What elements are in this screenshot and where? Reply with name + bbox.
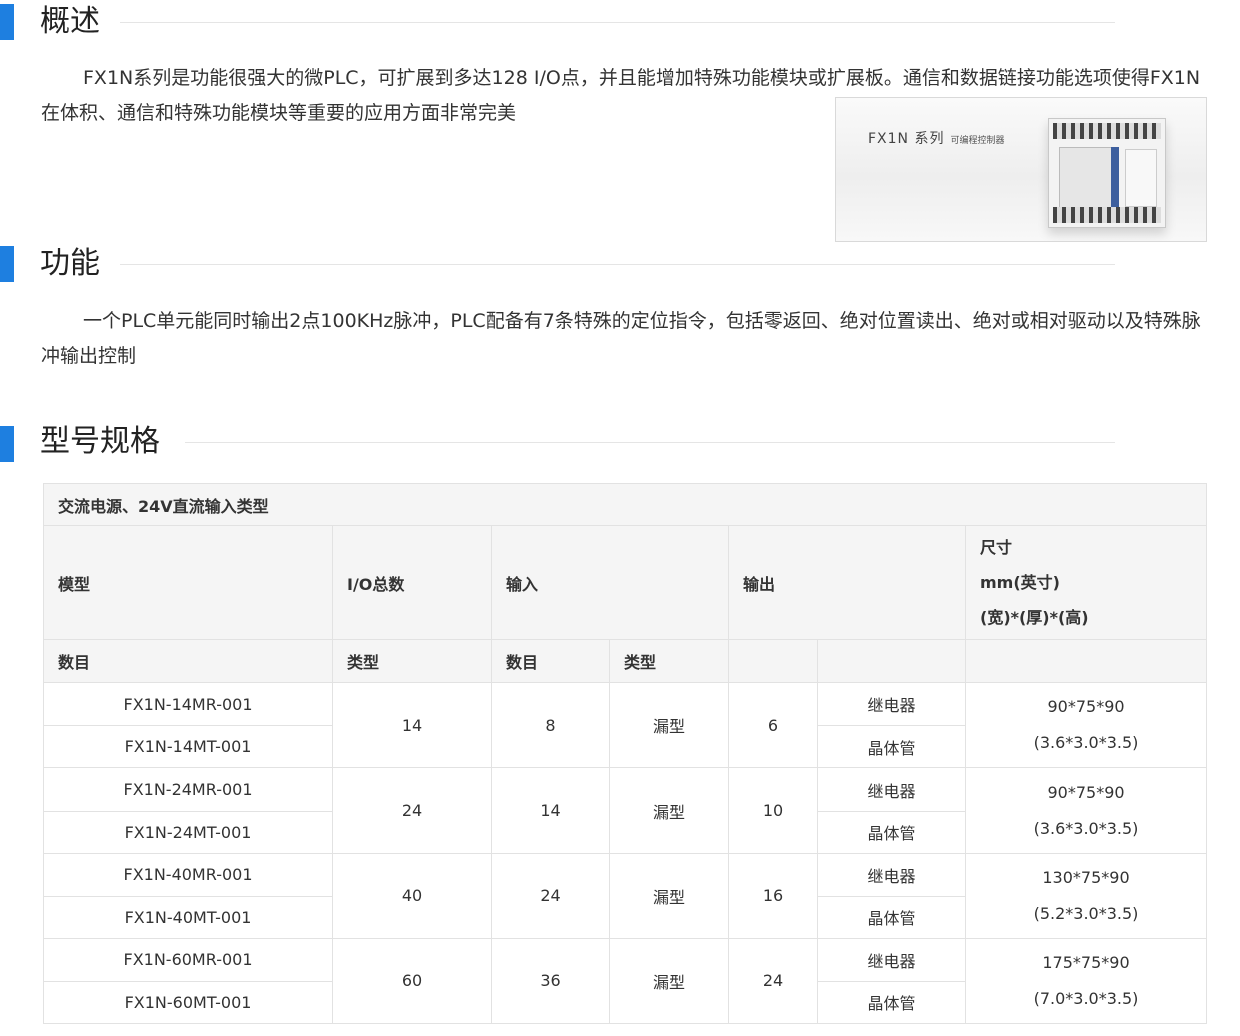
input-type-cell: 漏型	[609, 682, 729, 769]
product-image: FX1N 系列 可编程控制器	[835, 97, 1207, 242]
subheader-count: 数目	[43, 639, 333, 684]
section-accent-bar	[0, 4, 14, 40]
input-count-cell: 8	[491, 682, 610, 769]
model-cell: FX1N-40MT-001	[43, 895, 333, 939]
output-type-cell: 继电器	[817, 767, 966, 812]
table-subheader-row: 数目 类型 数目 类型	[43, 639, 1208, 684]
section-title-specs: 型号规格	[40, 424, 160, 459]
io-total-cell: 24	[332, 767, 492, 854]
functions-section-header: 功能	[0, 244, 1115, 284]
specs-section-header: 型号规格	[0, 422, 1115, 462]
output-count-cell: 10	[728, 767, 818, 854]
output-type-cell: 晶体管	[817, 980, 966, 1025]
io-total-cell: 60	[332, 937, 492, 1025]
table-caption-row: 交流电源、24V直流输入类型	[42, 482, 1208, 527]
output-type-cell: 继电器	[817, 682, 966, 727]
table-caption: 交流电源、24V直流输入类型	[42, 482, 1208, 527]
output-type-cell: 晶体管	[817, 810, 966, 854]
input-type-cell: 漏型	[609, 852, 729, 939]
section-divider	[120, 264, 1115, 265]
size-cell: 90*75*90 (3.6*3.0*3.5)	[964, 767, 1208, 854]
subheader-input-type: 类型	[609, 639, 729, 684]
output-type-cell: 晶体管	[817, 725, 966, 769]
input-type-cell: 漏型	[609, 767, 729, 854]
table-row: FX1N-40MR-001 40 24 漏型 16 继电器 130*75*90(…	[43, 852, 1208, 939]
functions-text: 一个PLC单元能同时输出2点100KHz脉冲，PLC配备有7条特殊的定位指令，包…	[41, 310, 1201, 367]
output-type-cell: 晶体管	[817, 895, 966, 939]
output-type-cell: 继电器	[817, 852, 966, 897]
section-title-functions: 功能	[40, 246, 100, 281]
model-cell: FX1N-24MT-001	[43, 810, 333, 854]
model-cell: FX1N-14MR-001	[43, 682, 333, 727]
product-image-caption: FX1N 系列 可编程控制器	[868, 131, 1005, 147]
spec-table: 交流电源、24V直流输入类型 模型 I/O总数 输入 输出 尺寸 mm(英寸) …	[42, 482, 1208, 1025]
output-type-cell: 继电器	[817, 937, 966, 982]
header-model: 模型	[43, 525, 333, 641]
section-accent-bar	[0, 426, 14, 462]
model-cell: FX1N-24MR-001	[43, 767, 333, 812]
output-count-cell: 16	[728, 852, 818, 939]
model-cell: FX1N-14MT-001	[43, 725, 333, 769]
output-count-cell: 6	[728, 682, 818, 769]
model-cell: FX1N-60MR-001	[43, 937, 333, 982]
section-title-overview: 概述	[40, 4, 100, 39]
table-row: FX1N-24MR-001 24 14 漏型 10 继电器 90*75*90 (3…	[43, 767, 1208, 854]
section-divider	[185, 442, 1115, 443]
table-header-row: 模型 I/O总数 输入 输出 尺寸 mm(英寸) (宽)*(厚)*(高)	[43, 525, 1208, 641]
input-count-cell: 24	[491, 852, 610, 939]
io-total-cell: 40	[332, 852, 492, 939]
output-count-cell: 24	[728, 937, 818, 1025]
input-count-cell: 36	[491, 937, 610, 1025]
functions-paragraph: 一个PLC单元能同时输出2点100KHz脉冲，PLC配备有7条特殊的定位指令，包…	[41, 304, 1201, 374]
header-io-total: I/O总数	[332, 525, 492, 641]
header-size: 尺寸 mm(英寸) (宽)*(厚)*(高)	[964, 525, 1208, 641]
size-cell: 130*75*90 (5.2*3.0*3.5)	[964, 852, 1208, 939]
section-divider	[120, 22, 1115, 23]
table-row: FX1N-14MR-001 14 8 漏型 6 继电器 90*75*90 (3.6…	[43, 682, 1208, 769]
size-cell: 175*75*90 (7.0*3.0*3.5)	[964, 937, 1208, 1025]
header-output: 输出	[728, 525, 966, 641]
section-accent-bar	[0, 246, 14, 282]
subheader-type: 类型	[332, 639, 492, 684]
input-count-cell: 14	[491, 767, 610, 854]
plc-device-illustration	[1048, 118, 1166, 228]
model-cell: FX1N-60MT-001	[43, 980, 333, 1025]
input-type-cell: 漏型	[609, 937, 729, 1025]
header-input: 输入	[491, 525, 729, 641]
size-cell: 90*75*90 (3.6*3.0*3.5)	[964, 682, 1208, 769]
table-row: FX1N-60MR-001 60 36 漏型 24 继电器 175*75*90(…	[43, 937, 1208, 1025]
overview-section-header: 概述	[0, 2, 1115, 42]
io-total-cell: 14	[332, 682, 492, 769]
model-cell: FX1N-40MR-001	[43, 852, 333, 897]
subheader-input-count: 数目	[491, 639, 610, 684]
